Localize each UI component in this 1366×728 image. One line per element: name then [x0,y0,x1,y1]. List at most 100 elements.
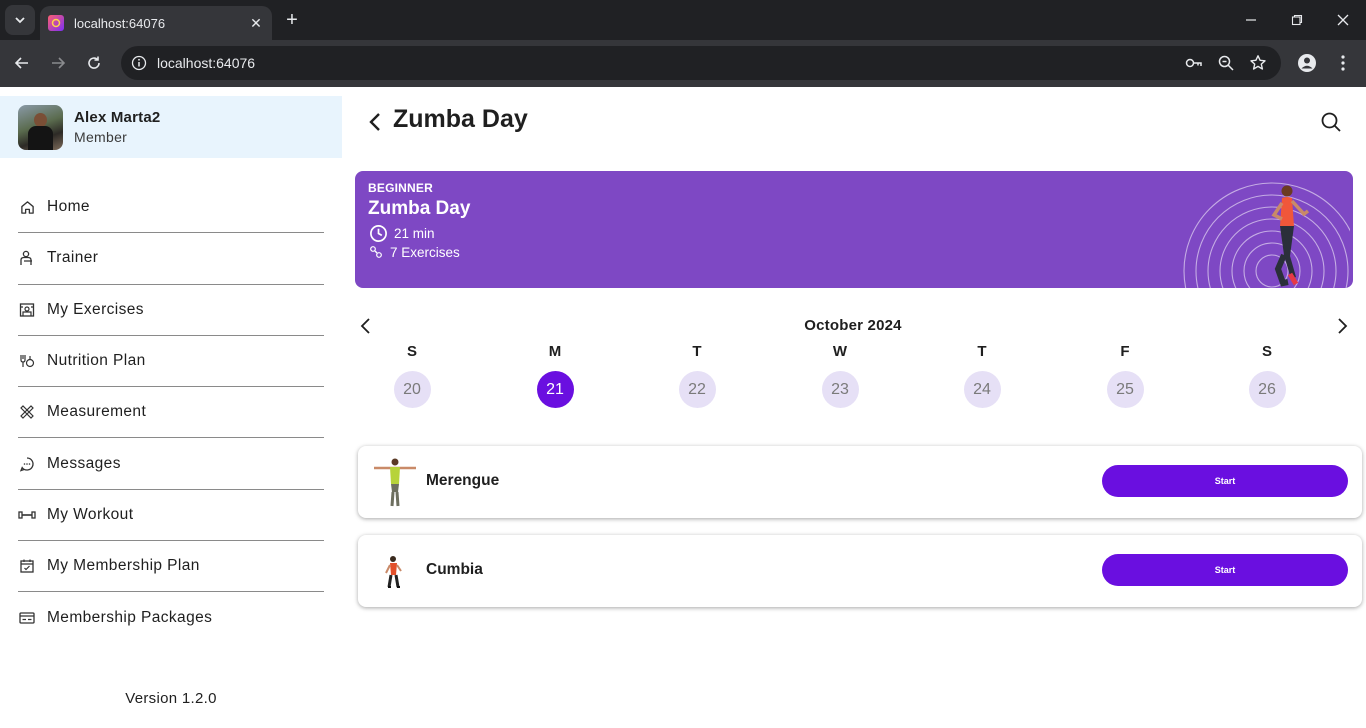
sidebar-item-home[interactable]: Home [18,182,324,234]
day-date[interactable]: 25 [1106,371,1144,408]
sidebar-item-label: My Workout [47,505,134,523]
profile-button[interactable] [1292,48,1322,78]
next-week-button[interactable] [1332,316,1352,336]
app-version: Version 1.2.0 [125,690,217,707]
day-date[interactable]: 20 [393,371,431,408]
day-name: S [406,343,417,360]
reload-icon [88,56,100,69]
day-name: M [548,343,562,360]
sidebar-item-trainer[interactable]: Trainer [18,233,324,285]
day-sunday[interactable]: S 20 [382,343,442,408]
trainer-icon [18,249,36,267]
day-name: F [1120,343,1130,360]
chevron-right-icon [1338,318,1348,334]
search-button[interactable] [1320,111,1342,133]
close-window-button[interactable] [1320,0,1366,40]
day-friday[interactable]: F 25 [1095,343,1155,408]
more-vert-icon [1341,55,1345,71]
new-tab-button[interactable]: + [280,8,304,32]
start-button[interactable]: Start [1102,554,1348,586]
user-role: Member [74,129,128,145]
dumbbell-icon [18,506,36,524]
account-circle-icon [1298,54,1316,72]
minimize-button[interactable] [1228,0,1274,40]
day-tuesday[interactable]: T 22 [667,343,727,408]
duration-text: 21 min [394,225,435,241]
exercise-count-row: 7 Exercises [368,244,460,260]
tab-list-button[interactable] [5,5,35,35]
main-content: Zumba Day BEGINNER Zumba Day 21 min 7 Ex… [342,87,1366,728]
start-button[interactable]: Start [1102,465,1348,497]
level-label: BEGINNER [368,181,433,195]
exercise-thumbnail [374,458,416,507]
day-date-selected[interactable]: 21 [536,371,574,408]
duration-row: 21 min [368,223,435,243]
sidebar-item-measurement[interactable]: Measurement [18,387,324,439]
search-icon [1321,112,1341,132]
address-bar[interactable]: localhost:64076 [121,46,1281,80]
arrow-right-icon [52,57,66,69]
day-thursday[interactable]: T 24 [952,343,1012,408]
day-name: S [1261,343,1272,360]
profile-header[interactable]: Alex Marta2 Member [0,96,342,158]
day-name: T [692,343,702,360]
day-date[interactable]: 26 [1248,371,1286,408]
minimize-icon [1246,19,1256,21]
home-icon [18,198,36,216]
sidebar-item-my-membership-plan[interactable]: My Membership Plan [18,541,324,593]
sidebar-item-my-exercises[interactable]: My Exercises [18,285,324,336]
exercise-count-text: 7 Exercises [390,244,460,260]
measure-tape-icon [18,403,36,421]
day-name: W [832,343,848,360]
calendar-month-label: October 2024 [804,317,902,334]
id-card-icon [18,609,36,627]
page-title: Zumba Day [393,105,528,133]
exercise-machine-icon [18,301,36,319]
exercise-name: Merengue [426,472,500,489]
sidebar-item-messages[interactable]: Messages [18,438,324,490]
site-info-icon[interactable] [131,55,147,71]
forward-nav-button[interactable] [43,48,73,78]
restore-button[interactable] [1274,0,1320,40]
browser-tab[interactable]: localhost:64076 ✕ [40,6,272,40]
bookmark-star-icon[interactable] [1248,53,1268,73]
sidebar-item-label: Measurement [47,403,147,421]
password-key-icon[interactable] [1184,53,1204,73]
url-text: localhost:64076 [157,55,256,71]
close-icon [1337,14,1349,26]
sidebar-item-label: Messages [47,454,121,472]
nutrition-icon [18,352,36,370]
zoom-icon[interactable] [1216,53,1236,73]
avatar [18,104,63,150]
sidebar-item-nutrition-plan[interactable]: Nutrition Plan [18,336,324,388]
exercise-card[interactable]: Cumbia Start [358,535,1362,607]
chat-bubble-icon [18,455,36,473]
browser-menu-button[interactable] [1328,48,1358,78]
day-saturday[interactable]: S 26 [1237,343,1297,408]
exercise-name: Cumbia [426,561,483,578]
sidebar-item-label: My Exercises [47,300,144,318]
exercise-thumbnail [385,556,402,588]
back-nav-button[interactable] [7,48,37,78]
exercise-card[interactable]: Merengue Start [358,446,1362,518]
sidebar-item-my-workout[interactable]: My Workout [18,490,324,542]
dancer-illustration [1271,185,1310,287]
day-date[interactable]: 24 [963,371,1001,408]
sidebar-item-membership-packages[interactable]: Membership Packages [18,592,324,643]
tab-close-icon[interactable]: ✕ [248,15,264,32]
day-wednesday[interactable]: W 23 [810,343,870,408]
reload-button[interactable] [79,48,109,78]
back-button[interactable] [364,111,386,133]
banner-title: Zumba Day [368,198,471,219]
arrow-left-icon [14,57,28,69]
sidebar-item-label: Home [47,198,90,216]
user-name: Alex Marta2 [74,109,161,126]
day-date[interactable]: 22 [678,371,716,408]
sidebar-item-label: Nutrition Plan [47,352,146,370]
day-monday[interactable]: M 21 [525,343,585,408]
sidebar: Alex Marta2 Member Home Trainer My Exerc… [0,87,342,728]
sidebar-menu: Home Trainer My Exercises Nutrition Plan… [18,182,324,644]
clock-icon [368,223,388,243]
day-date[interactable]: 23 [821,371,859,408]
calendar-month: October 2024 [342,317,1366,334]
